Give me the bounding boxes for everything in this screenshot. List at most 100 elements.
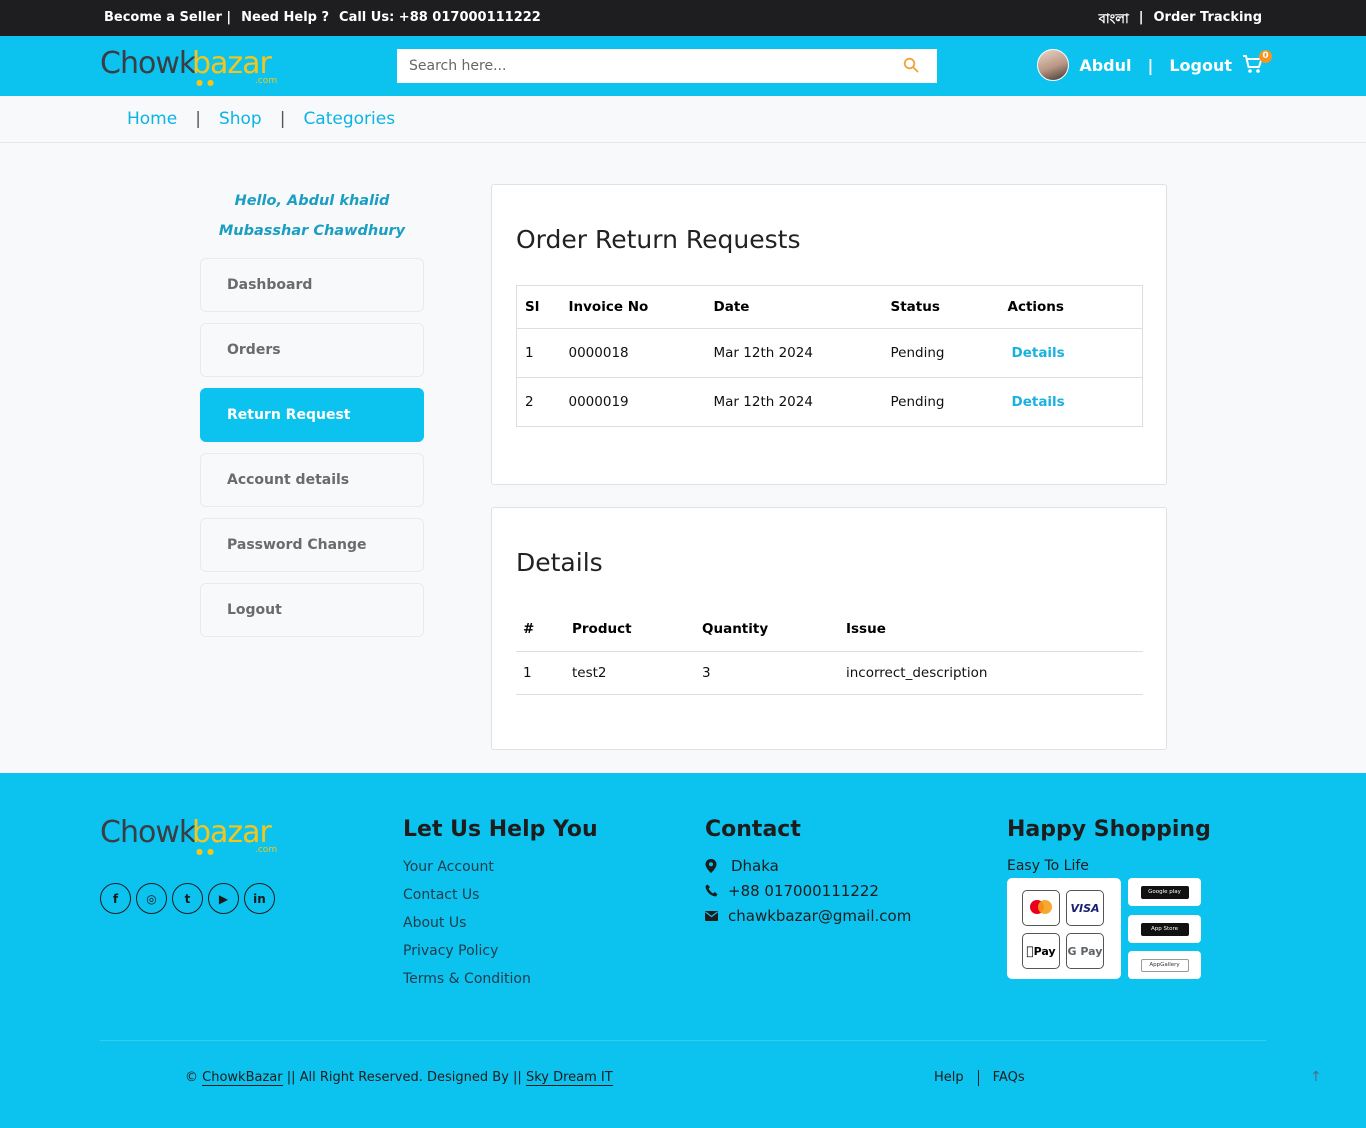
- user-greeting: Hello, Abdul khalid Mubasshar Chawdhury: [200, 186, 424, 246]
- column-header: Date: [705, 285, 883, 329]
- logo-suffix: .com: [255, 845, 278, 855]
- contact-section-title: Contact: [705, 817, 801, 842]
- google-pay-icon: G Pay: [1066, 933, 1104, 969]
- column-header: Status: [882, 285, 1000, 329]
- designer-link[interactable]: Sky Dream IT: [525, 1070, 613, 1086]
- cell-number: 1: [516, 651, 565, 695]
- top-bar-left: Become a Seller | Need Help ? Call Us: +…: [104, 10, 547, 25]
- logout-link[interactable]: Logout: [1169, 56, 1232, 75]
- copyright-text: © ChowkBazar || All Right Reserved. Desi…: [185, 1070, 613, 1086]
- footer-link-contact-us[interactable]: Contact Us: [403, 887, 531, 905]
- cell-issue: incorrect_description: [839, 651, 1143, 695]
- search-bar: [397, 49, 937, 83]
- header: Chowk bazar ●● .com Abdul | Logout 0: [0, 36, 1366, 96]
- cell-status: Pending: [882, 328, 1000, 378]
- footer-link-your-account[interactable]: Your Account: [403, 859, 531, 877]
- app-store-badge[interactable]: App Store: [1128, 915, 1201, 943]
- column-header: Actions: [999, 285, 1143, 329]
- details-card: Details # Product Quantity Issue 1 test2…: [491, 507, 1167, 750]
- top-bar: Become a Seller | Need Help ? Call Us: +…: [0, 0, 1366, 36]
- become-seller-link[interactable]: Become a Seller |: [104, 10, 231, 25]
- cart-count-badge: 0: [1259, 50, 1272, 63]
- mastercard-icon: [1022, 890, 1060, 926]
- logo-wheels-icon: ●●: [196, 78, 218, 87]
- logo-suffix: .com: [255, 76, 278, 86]
- app-store-label: App Store: [1140, 922, 1189, 936]
- sidebar-item-orders[interactable]: Orders: [200, 323, 424, 377]
- visa-icon: VISA: [1066, 890, 1104, 926]
- cell-product: test2: [565, 651, 695, 695]
- twitter-icon[interactable]: t: [172, 883, 203, 914]
- need-help-link[interactable]: Need Help ?: [241, 10, 329, 25]
- column-header: Sl: [516, 285, 561, 329]
- site-logo[interactable]: Chowk bazar ●● .com: [100, 46, 282, 88]
- cart-button[interactable]: 0: [1242, 50, 1272, 76]
- contact-city: Dhaka: [731, 856, 779, 875]
- search-icon[interactable]: [903, 57, 919, 73]
- cell-date: Mar 12th 2024: [705, 328, 883, 378]
- sidebar-item-account-details[interactable]: Account details: [200, 453, 424, 507]
- payment-methods-box: VISA Pay G Pay: [1007, 878, 1121, 979]
- cell-sl: 2: [525, 394, 534, 410]
- greeting-line-1: Hello, Abdul khalid: [234, 193, 390, 209]
- details-button[interactable]: Details: [1000, 378, 1143, 427]
- column-header: #: [516, 608, 565, 652]
- footer-divider: [100, 1040, 1266, 1041]
- order-tracking-link[interactable]: Order Tracking: [1153, 10, 1262, 31]
- nav-separator: |: [279, 109, 286, 129]
- footer-faqs-link[interactable]: FAQs: [993, 1070, 1025, 1086]
- contact-email-row: chawkbazar@gmail.com: [705, 907, 911, 925]
- language-switch[interactable]: বাংলা: [1099, 10, 1129, 31]
- details-table: # Product Quantity Issue 1 test2 3 incor…: [516, 608, 1143, 695]
- column-header: Invoice No: [560, 285, 706, 329]
- help-links: Your Account Contact Us About Us Privacy…: [403, 859, 531, 989]
- sidebar-item-logout[interactable]: Logout: [200, 583, 424, 637]
- nav-shop[interactable]: Shop: [219, 109, 262, 129]
- phone-icon: [705, 884, 718, 897]
- column-header: Issue: [839, 608, 1143, 652]
- user-separator: |: [1147, 55, 1154, 75]
- contact-email[interactable]: chawkbazar@gmail.com: [728, 907, 911, 925]
- footer: Chowk bazar ●● .com f ◎ t ▶ in Let Us He…: [0, 773, 1366, 1128]
- user-name[interactable]: Abdul: [1079, 56, 1131, 75]
- footer-link-terms[interactable]: Terms & Condition: [403, 971, 531, 989]
- cell-status: Pending: [890, 394, 945, 410]
- sidebar-item-dashboard[interactable]: Dashboard: [200, 258, 424, 312]
- instagram-icon[interactable]: ◎: [136, 883, 167, 914]
- call-us-text: Call Us: +88 017000111222: [339, 10, 541, 25]
- brand-link[interactable]: ChowkBazar: [202, 1070, 283, 1086]
- column-header: Product: [565, 608, 695, 652]
- table-header-row: # Product Quantity Issue: [516, 608, 1143, 652]
- footer-logo[interactable]: Chowk bazar ●● .com: [100, 815, 282, 863]
- cell-sl: 1: [516, 328, 561, 378]
- shopping-section-title: Happy Shopping: [1007, 817, 1211, 842]
- nav-home[interactable]: Home: [127, 109, 177, 129]
- nav-categories[interactable]: Categories: [303, 109, 395, 129]
- footer-help-link[interactable]: Help: [934, 1070, 964, 1086]
- sidebar-item-return-request[interactable]: Return Request: [200, 388, 424, 442]
- footer-link-about-us[interactable]: About Us: [403, 915, 531, 933]
- footer-link-privacy-policy[interactable]: Privacy Policy: [403, 943, 531, 961]
- youtube-icon[interactable]: ▶: [208, 883, 239, 914]
- app-gallery-label: AppGallery: [1140, 958, 1189, 972]
- footer-link-divider: [977, 1070, 979, 1086]
- google-play-badge[interactable]: Google play: [1128, 878, 1201, 906]
- top-bar-right: বাংলা | Order Tracking: [1099, 10, 1262, 31]
- cell-date: Mar 12th 2024: [713, 394, 813, 410]
- app-gallery-badge[interactable]: AppGallery: [1128, 951, 1201, 979]
- facebook-icon[interactable]: f: [100, 883, 131, 914]
- details-title: Details: [516, 548, 603, 577]
- column-header: Quantity: [695, 608, 839, 652]
- scroll-to-top-icon[interactable]: ↑: [1310, 1069, 1322, 1085]
- details-button[interactable]: Details: [999, 328, 1143, 378]
- footer-bottom-links: Help FAQs: [934, 1070, 1025, 1086]
- logo-main-text: Chowk: [100, 815, 196, 850]
- linkedin-icon[interactable]: in: [244, 883, 275, 914]
- avatar[interactable]: [1037, 49, 1070, 81]
- contact-city-row: Dhaka: [705, 856, 911, 875]
- copyright-symbol: ©: [185, 1070, 198, 1085]
- copyright-middle: || All Right Reserved. Designed By ||: [286, 1070, 522, 1085]
- sidebar-item-password-change[interactable]: Password Change: [200, 518, 424, 572]
- search-input[interactable]: [397, 50, 877, 82]
- contact-phone[interactable]: +88 017000111222: [728, 882, 879, 900]
